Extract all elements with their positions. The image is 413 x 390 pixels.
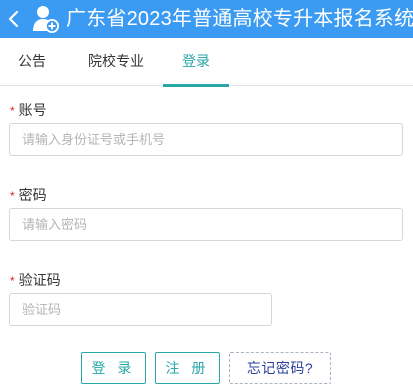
account-input[interactable] — [9, 123, 403, 156]
tab-bar: 公告 院校专业 登录 — [0, 38, 413, 87]
tab-login[interactable]: 登录 — [163, 38, 229, 87]
register-button[interactable]: 注 册 — [155, 352, 220, 384]
required-mark: * — [10, 189, 15, 203]
required-mark: * — [10, 104, 15, 118]
captcha-input[interactable] — [9, 293, 272, 326]
forgot-password-button[interactable]: 忘记密码? — [229, 352, 331, 384]
chevron-left-icon[interactable] — [6, 9, 22, 29]
required-mark: * — [10, 274, 15, 288]
account-label-text: 账号 — [18, 102, 47, 118]
captcha-label: * 验证码 — [10, 270, 61, 290]
page-title: 广东省2023年普通高校专升本报名系统 — [66, 8, 413, 30]
tab-announcement[interactable]: 公告 — [8, 38, 56, 86]
password-input[interactable] — [9, 208, 403, 241]
tab-school-majors[interactable]: 院校专业 — [72, 38, 160, 86]
account-label: * 账号 — [10, 100, 47, 120]
login-button[interactable]: 登 录 — [81, 352, 146, 384]
captcha-label-text: 验证码 — [18, 272, 61, 288]
password-label: * 密码 — [10, 185, 47, 205]
user-add-icon — [33, 6, 59, 33]
password-label-text: 密码 — [18, 187, 47, 203]
app-header: 广东省2023年普通高校专升本报名系统 — [0, 0, 413, 38]
